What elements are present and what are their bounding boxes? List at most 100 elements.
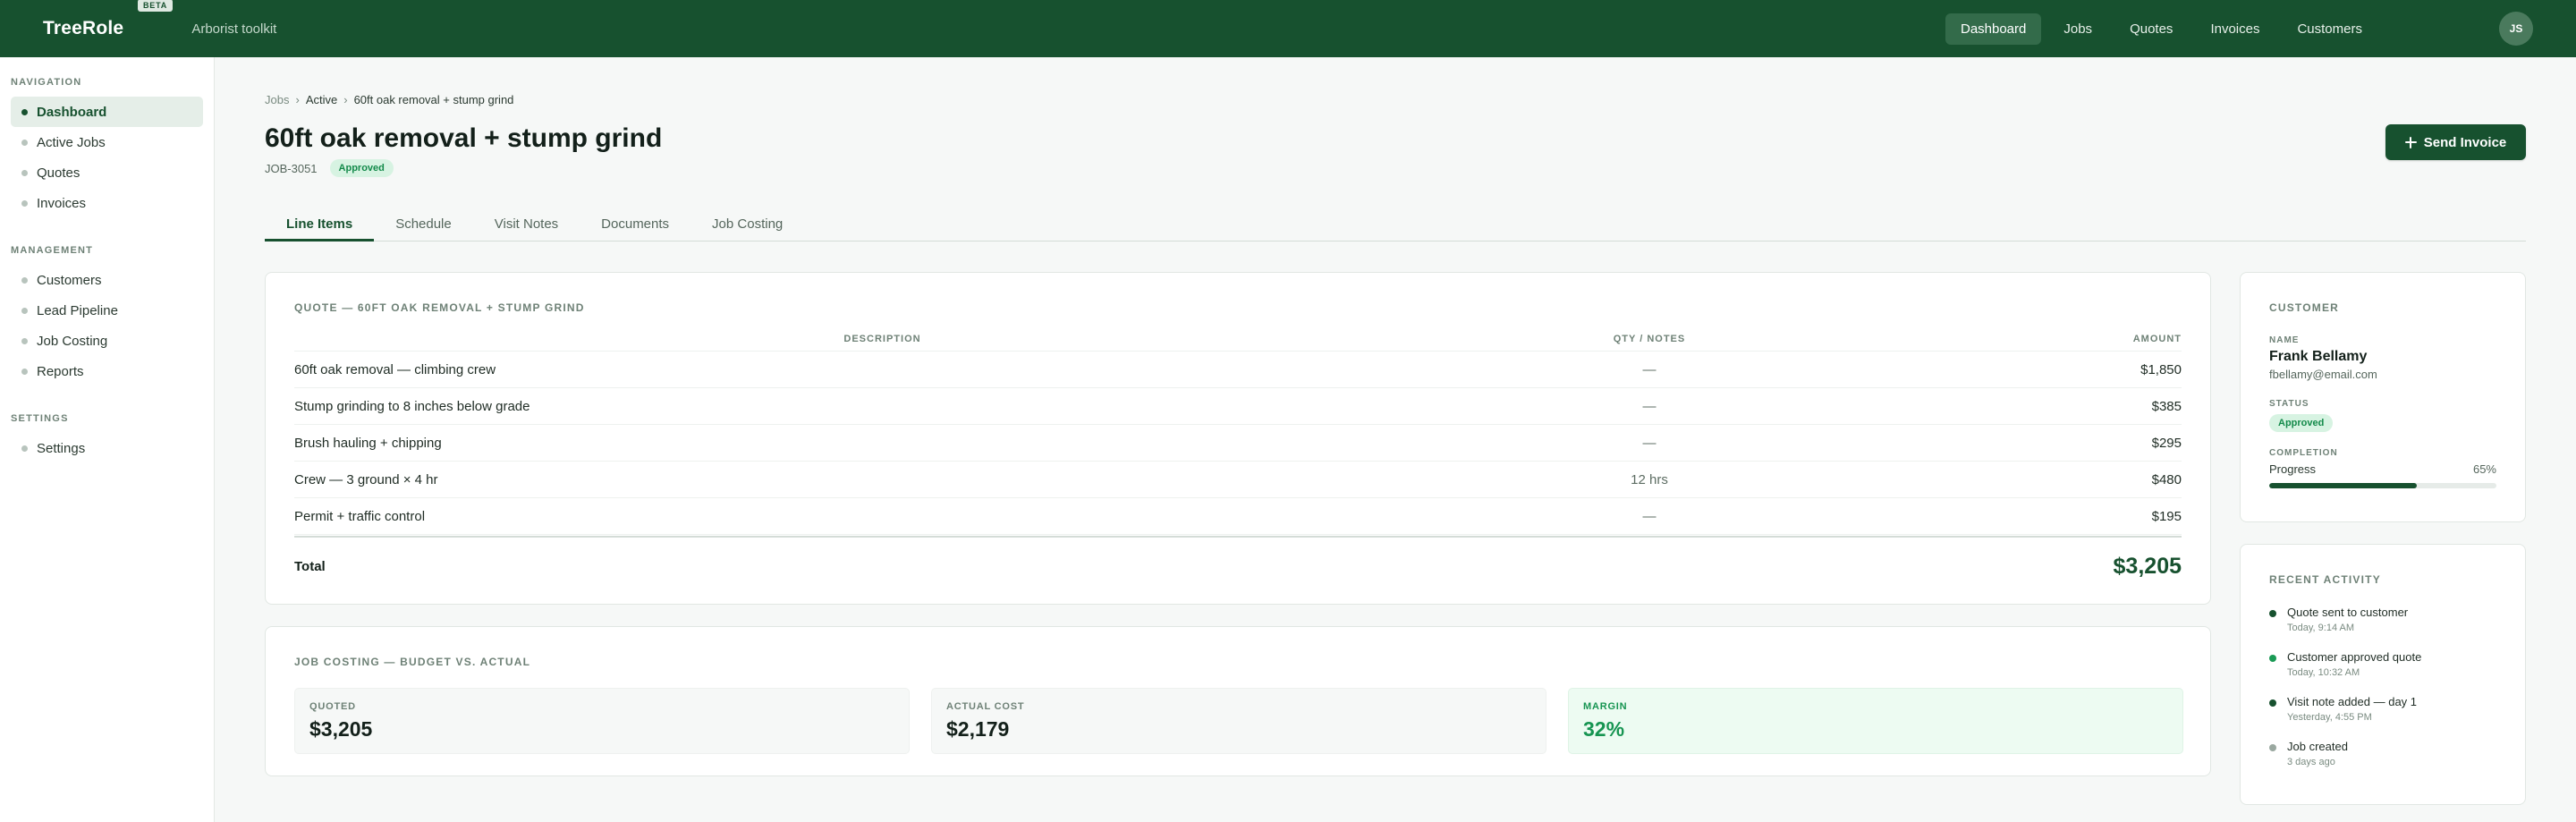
activity-dot-icon — [2269, 655, 2276, 662]
quote-table: DESCRIPTION QTY / NOTES AMOUNT 60ft oak … — [294, 326, 2182, 595]
topnav-dashboard[interactable]: Dashboard — [1945, 13, 2042, 45]
sidebar-section-title: MANAGEMENT — [11, 245, 94, 256]
line-item-qty: — — [1642, 398, 1657, 414]
sidebar-item-invoices[interactable]: Invoices — [11, 188, 203, 218]
line-item-description: Brush hauling + chipping — [294, 435, 442, 451]
activity-dot-icon — [2269, 610, 2276, 617]
line-item-qty: — — [1642, 361, 1657, 377]
topnav-quotes[interactable]: Quotes — [2114, 13, 2188, 45]
line-item-amount: $195 — [2151, 508, 2182, 524]
sidebar-item-reports[interactable]: Reports — [11, 356, 203, 386]
activity-dot-icon — [2269, 699, 2276, 707]
recent-activity-title: RECENT ACTIVITY — [2269, 573, 2381, 586]
stat-actual-label: ACTUAL COST — [946, 701, 1025, 712]
tab-job-costing[interactable]: Job Costing — [691, 209, 804, 242]
brand-name: TreeRole — [43, 18, 124, 38]
topnav-customers[interactable]: Customers — [2282, 13, 2377, 45]
topnav-jobs[interactable]: Jobs — [2048, 13, 2107, 45]
customer-status-label: STATUS — [2269, 399, 2309, 409]
bullet-dot-icon — [21, 199, 28, 207]
line-item-description: Crew — 3 ground × 4 hr — [294, 471, 438, 487]
customer-name: Frank Bellamy — [2269, 349, 2368, 364]
column-header-qty: QTY / NOTES — [1613, 333, 1686, 344]
customer-card: CUSTOMER NAME Frank Bellamy fbellamy@ema… — [2240, 272, 2526, 522]
bullet-dot-icon — [21, 307, 28, 314]
activity-text: Visit note added — day 1 — [2287, 695, 2418, 708]
top-bar: TreeRole BETA Arborist toolkit Dashboard… — [0, 0, 2576, 57]
line-item-amount: $385 — [2151, 398, 2182, 414]
progress-row: Progress 65% — [2269, 462, 2496, 476]
quote-card-title: QUOTE — 60FT OAK REMOVAL + STUMP GRIND — [294, 301, 585, 314]
sidebar-item-label: Reports — [37, 363, 84, 379]
activity-text: Quote sent to customer — [2287, 606, 2409, 619]
topnav-invoices[interactable]: Invoices — [2195, 13, 2275, 45]
quote-card: QUOTE — 60FT OAK REMOVAL + STUMP GRIND D… — [265, 272, 2211, 605]
progress-percent: 65% — [2472, 462, 2496, 476]
sidebar-item-dashboard[interactable]: Dashboard — [11, 97, 203, 127]
column-header-amount: AMOUNT — [2132, 333, 2182, 344]
activity-time: 3 days ago — [2287, 757, 2335, 767]
user-avatar[interactable]: JS — [2499, 12, 2533, 46]
line-item-qty: — — [1642, 435, 1657, 451]
plus-icon — [2404, 136, 2417, 148]
sidebar-item-lead-pipeline[interactable]: Lead Pipeline — [11, 295, 203, 326]
sidebar-item-label: Lead Pipeline — [37, 302, 118, 318]
breadcrumb-active[interactable]: Active — [306, 93, 337, 106]
sidebar-item-quotes[interactable]: Quotes — [11, 157, 203, 188]
stat-actual-value: $2,179 — [946, 717, 1010, 741]
sidebar-item-label: Job Costing — [37, 333, 108, 349]
progress-bar-fill — [2269, 483, 2418, 488]
stat-margin-value: 32% — [1583, 717, 1625, 741]
job-meta: JOB-3051 Approved — [265, 159, 394, 177]
customer-name-label: NAME — [2269, 335, 2300, 345]
customer-email[interactable]: fbellamy@email.com — [2269, 368, 2496, 381]
bullet-dot-icon — [21, 108, 28, 115]
breadcrumb: Jobs › Active › 60ft oak removal + stump… — [265, 93, 513, 106]
sidebar-item-label: Customers — [37, 272, 102, 288]
line-item-description: Permit + traffic control — [294, 508, 426, 524]
bullet-dot-icon — [21, 445, 28, 452]
line-item-qty: — — [1642, 508, 1657, 524]
bullet-dot-icon — [21, 337, 28, 344]
stat-quoted-value: $3,205 — [309, 717, 373, 741]
breadcrumb-separator: › — [343, 93, 348, 106]
line-item-amount: $1,850 — [2140, 361, 2182, 377]
sidebar-item-active-jobs[interactable]: Active Jobs — [11, 127, 203, 157]
job-costing-card: JOB COSTING — BUDGET VS. ACTUAL QUOTED $… — [265, 626, 2211, 776]
progress-label: Progress — [2269, 462, 2317, 476]
top-nav: Dashboard Jobs Quotes Invoices Customers… — [1945, 12, 2533, 46]
quote-total-label: Total — [294, 558, 326, 574]
tab-documents[interactable]: Documents — [580, 209, 691, 242]
sidebar-section-settings: SETTINGS Settings — [11, 413, 203, 463]
activity-time: Today, 10:32 AM — [2287, 667, 2360, 678]
sidebar-item-customers[interactable]: Customers — [11, 265, 203, 295]
bullet-dot-icon — [21, 368, 28, 375]
line-item-qty: 12 hrs — [1631, 471, 1668, 487]
send-invoice-button[interactable]: Send Invoice — [2385, 124, 2526, 160]
activity-item: Quote sent to customer Today, 9:14 AM — [2269, 606, 2496, 650]
activity-dot-icon — [2269, 744, 2276, 751]
line-item-description: 60ft oak removal — climbing crew — [294, 361, 496, 377]
quote-table-header: DESCRIPTION QTY / NOTES AMOUNT — [294, 326, 2182, 352]
bullet-dot-icon — [21, 139, 28, 146]
bullet-dot-icon — [21, 169, 28, 176]
sidebar-item-job-costing[interactable]: Job Costing — [11, 326, 203, 356]
table-row: Crew — 3 ground × 4 hr 12 hrs $480 — [294, 462, 2182, 498]
tab-visit-notes[interactable]: Visit Notes — [473, 209, 580, 242]
customer-card-title: CUSTOMER — [2269, 301, 2340, 314]
tab-schedule[interactable]: Schedule — [374, 209, 473, 242]
send-invoice-label: Send Invoice — [2423, 134, 2507, 150]
stat-margin: MARGIN 32% — [1568, 688, 2183, 754]
tab-line-items[interactable]: Line Items — [265, 209, 375, 242]
stat-quoted: QUOTED $3,205 — [294, 688, 910, 754]
job-tabs: Line Items Schedule Visit Notes Document… — [265, 209, 2526, 242]
activity-item: Job created 3 days ago — [2269, 740, 2496, 784]
line-item-amount: $480 — [2151, 471, 2182, 487]
activity-text: Job created — [2287, 740, 2348, 753]
sidebar-item-settings[interactable]: Settings — [11, 433, 203, 463]
page-title: 60ft oak removal + stump grind — [265, 123, 663, 153]
breadcrumb-jobs[interactable]: Jobs — [265, 93, 289, 106]
activity-time: Today, 9:14 AM — [2287, 623, 2355, 633]
app-subtitle: Arborist toolkit — [191, 21, 277, 37]
brand-logo[interactable]: TreeRole BETA — [43, 0, 174, 39]
